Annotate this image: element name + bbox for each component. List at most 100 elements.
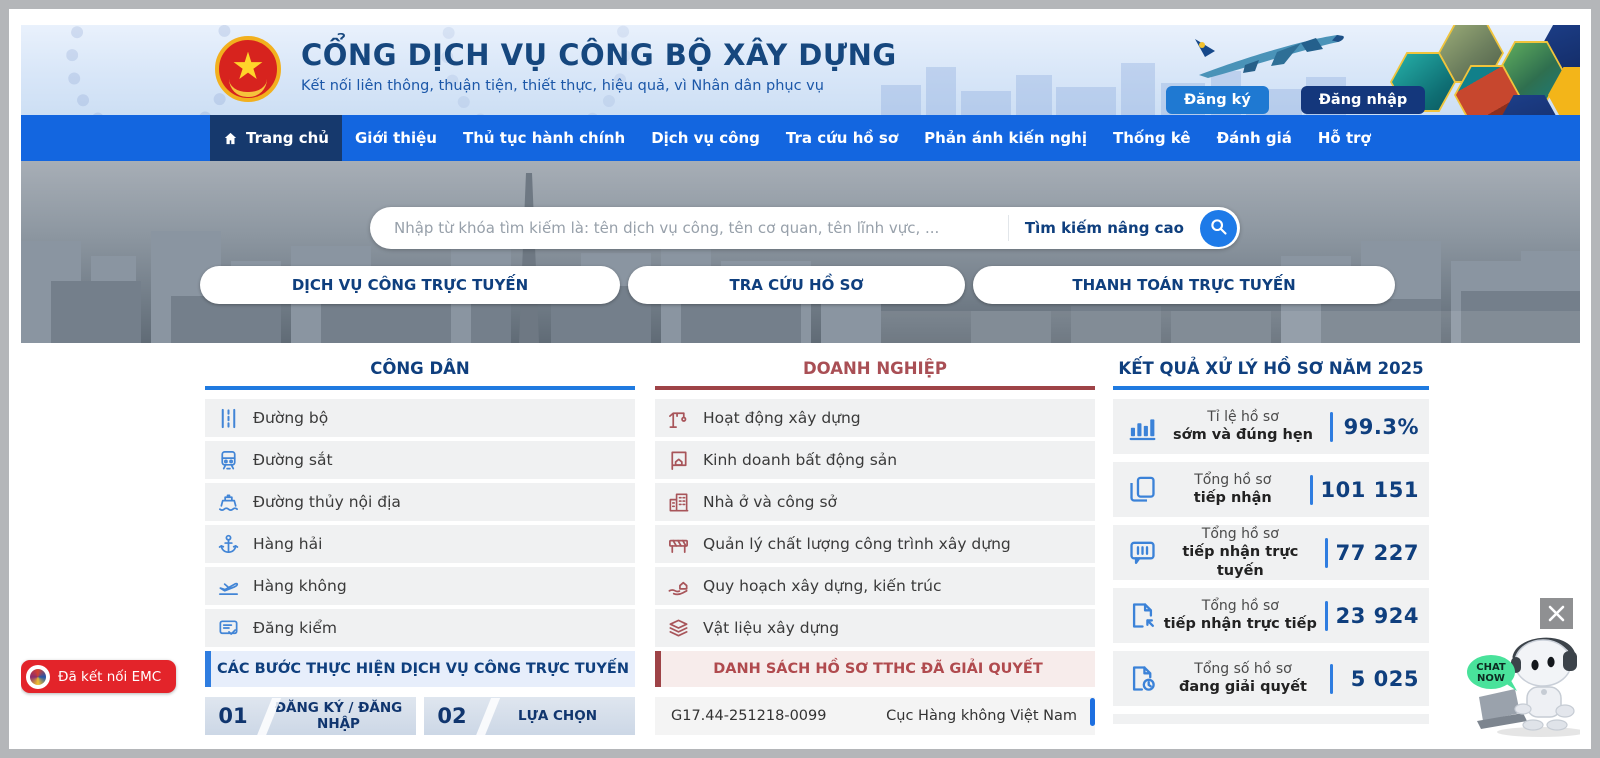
advanced-search-link[interactable]: Tìm kiếm nâng cao [1009, 219, 1200, 237]
search-bar: Tìm kiếm nâng cao [370, 207, 1240, 249]
search-input[interactable] [370, 207, 1008, 249]
business-item-chat-luong-cong-trinh[interactable]: Quản lý chất lượng công trình xây dựng [655, 525, 1095, 563]
drum-watermark [66, 25, 236, 115]
auth-buttons: Đăng ký Đăng nhập [1166, 86, 1425, 114]
login-button[interactable]: Đăng nhập [1301, 86, 1426, 114]
item-label: Quy hoạch xây dựng, kiến trúc [703, 577, 942, 595]
divider [1325, 601, 1328, 631]
layers-icon [667, 617, 690, 640]
ship-icon [217, 491, 240, 514]
online-services-button[interactable]: DỊCH VỤ CÔNG TRỰC TUYẾN [200, 266, 620, 304]
nav-dich-vu-cong[interactable]: Dịch vụ công [638, 115, 773, 161]
portal-page: CỔNG DỊCH VỤ CÔNG BỘ XÂY DỰNG Kết nối li… [21, 25, 1580, 737]
dossier-code: G17.44-251218-0099 [671, 708, 826, 724]
doc-check-icon [217, 617, 240, 640]
stat-value: 77 227 [1336, 541, 1419, 565]
dossier-agency: Cục Hàng không Việt Nam [886, 708, 1077, 724]
citizen-item-hang-hai[interactable]: Hàng hải [205, 525, 635, 563]
business-item-bat-dong-san[interactable]: Kinh doanh bất động sản [655, 441, 1095, 479]
item-label: Đăng kiểm [253, 619, 337, 637]
nav-label: Trang chủ [246, 129, 329, 147]
register-button[interactable]: Đăng ký [1166, 86, 1269, 114]
barrier-icon [667, 533, 690, 556]
divider [1330, 412, 1333, 442]
stat-processing: Tổng số hồ sơđang giải quyết 5 025 [1113, 651, 1429, 706]
divider [1330, 664, 1333, 694]
business-title: DOANH NGHIỆP [655, 359, 1095, 390]
train-icon [217, 449, 240, 472]
stat-row-partial [1113, 714, 1429, 724]
citizen-item-hang-khong[interactable]: Hàng không [205, 567, 635, 605]
nav-ho-tro[interactable]: Hỗ trợ [1305, 115, 1384, 161]
stat-label: Tổng số hồ sơđang giải quyết [1158, 660, 1328, 697]
chatbot-widget[interactable]: CHAT NOW [1453, 625, 1580, 737]
step-label: LỰA CHỌN [480, 708, 635, 724]
home-icon [223, 131, 238, 146]
citizen-item-duong-bo[interactable]: Đường bộ [205, 399, 635, 437]
stat-direct-received: Tổng hồ sơtiếp nhận trực tiếp 23 924 [1113, 588, 1429, 643]
main-nav: Trang chủ Giới thiệu Thủ tục hành chính … [21, 115, 1580, 161]
business-item-nha-o-cong-so[interactable]: Nhà ở và công sở [655, 483, 1095, 521]
nav-danh-gia[interactable]: Đánh giá [1204, 115, 1305, 161]
airplane-image [1185, 27, 1357, 85]
stat-value: 99.3% [1341, 415, 1419, 439]
business-item-hoat-dong-xay-dung[interactable]: Hoạt động xây dựng [655, 399, 1095, 437]
portal-subtitle: Kết nối liên thông, thuận tiện, thiết th… [301, 78, 897, 94]
step-1: 01 ĐĂNG KÝ / ĐĂNG NHẬP [205, 697, 416, 735]
hero-banner: Tìm kiếm nâng cao DỊCH VỤ CÔNG TRỰC TUYẾ… [21, 161, 1580, 343]
svg-text:CHAT: CHAT [1476, 662, 1506, 673]
stat-value: 23 924 [1336, 604, 1419, 628]
nav-thu-tuc-hanh-chinh[interactable]: Thủ tục hành chính [450, 115, 638, 161]
nav-gioi-thieu[interactable]: Giới thiệu [342, 115, 450, 161]
brand: CỔNG DỊCH VỤ CÔNG BỘ XÂY DỰNG Kết nối li… [301, 38, 897, 94]
divider [1325, 538, 1328, 568]
stats-title: KẾT QUẢ XỬ LÝ HỒ SƠ NĂM 2025 [1113, 359, 1429, 390]
stat-label: Tổng hồ sơtiếp nhận trực tiếp [1158, 597, 1323, 634]
business-column: DOANH NGHIỆP Hoạt động xây dựng Kinh doa… [655, 359, 1095, 735]
stat-label: Tổng hồ sơtiếp nhận trực tuyến [1158, 525, 1323, 581]
emc-label: Đã kết nối EMC [58, 669, 161, 685]
resolved-dossier-row[interactable]: G17.44-251218-0099 Cục Hàng không Việt N… [655, 697, 1095, 735]
bar-chart-icon [1127, 411, 1158, 442]
step-number: 02 [424, 704, 480, 728]
item-label: Kinh doanh bất động sản [703, 451, 897, 469]
item-label: Nhà ở và công sở [703, 493, 837, 511]
nav-home[interactable]: Trang chủ [210, 115, 342, 161]
header: CỔNG DỊCH VỤ CÔNG BỘ XÂY DỰNG Kết nối li… [21, 25, 1580, 115]
item-label: Đường thủy nội địa [253, 493, 401, 511]
svg-text:NOW: NOW [1477, 673, 1505, 684]
house-flag-icon [667, 449, 690, 472]
scrollbar-thumb[interactable] [1090, 698, 1095, 726]
citizen-item-duong-thuy[interactable]: Đường thủy nội địa [205, 483, 635, 521]
stat-label: Tổng hồ sơtiếp nhận [1158, 471, 1308, 508]
anchor-icon [217, 533, 240, 556]
doc-arrow-icon [1127, 600, 1158, 631]
citizen-column: CÔNG DÂN Đường bộ Đường sắt Đường thủy n… [205, 359, 635, 735]
search-button[interactable] [1200, 210, 1237, 247]
dossier-lookup-button[interactable]: TRA CỨU HỒ SƠ [628, 266, 965, 304]
nav-phan-anh-kien-nghi[interactable]: Phản ánh kiến nghị [911, 115, 1100, 161]
close-icon [1548, 605, 1565, 622]
emc-status-badge: Đã kết nối EMC [21, 660, 176, 693]
nav-tra-cuu-ho-so[interactable]: Tra cứu hồ sơ [773, 115, 911, 161]
steps-section-title: CÁC BƯỚC THỰC HIỆN DỊCH VỤ CÔNG TRỰC TUY… [205, 651, 635, 687]
pages-icon [1127, 474, 1158, 505]
stat-total-received: Tổng hồ sơtiếp nhận 101 151 [1113, 462, 1429, 517]
stat-online-received: Tổng hồ sơtiếp nhận trực tuyến 77 227 [1113, 525, 1429, 580]
hand-house-icon [667, 575, 690, 598]
stat-label: Tỉ lệ hồ sơsớm và đúng hẹn [1158, 408, 1328, 445]
stats-column: KẾT QUẢ XỬ LÝ HỒ SƠ NĂM 2025 Tỉ lệ hồ sơ… [1113, 359, 1429, 724]
business-item-vat-lieu[interactable]: Vật liệu xây dựng [655, 609, 1095, 647]
business-item-quy-hoach[interactable]: Quy hoạch xây dựng, kiến trúc [655, 567, 1095, 605]
citizen-title: CÔNG DÂN [205, 359, 635, 390]
online-payment-button[interactable]: THANH TOÁN TRỰC TUYẾN [973, 266, 1395, 304]
stat-value: 5 025 [1341, 667, 1419, 691]
quick-links: DỊCH VỤ CÔNG TRỰC TUYẾN TRA CỨU HỒ SƠ TH… [200, 266, 1395, 304]
nav-thong-ke[interactable]: Thống kê [1100, 115, 1204, 161]
citizen-item-dang-kiem[interactable]: Đăng kiểm [205, 609, 635, 647]
citizen-item-duong-sat[interactable]: Đường sắt [205, 441, 635, 479]
road-icon [217, 407, 240, 430]
stat-on-time-rate: Tỉ lệ hồ sơsớm và đúng hẹn 99.3% [1113, 399, 1429, 454]
magnifier-icon [1208, 216, 1229, 241]
item-label: Vật liệu xây dựng [703, 619, 839, 637]
